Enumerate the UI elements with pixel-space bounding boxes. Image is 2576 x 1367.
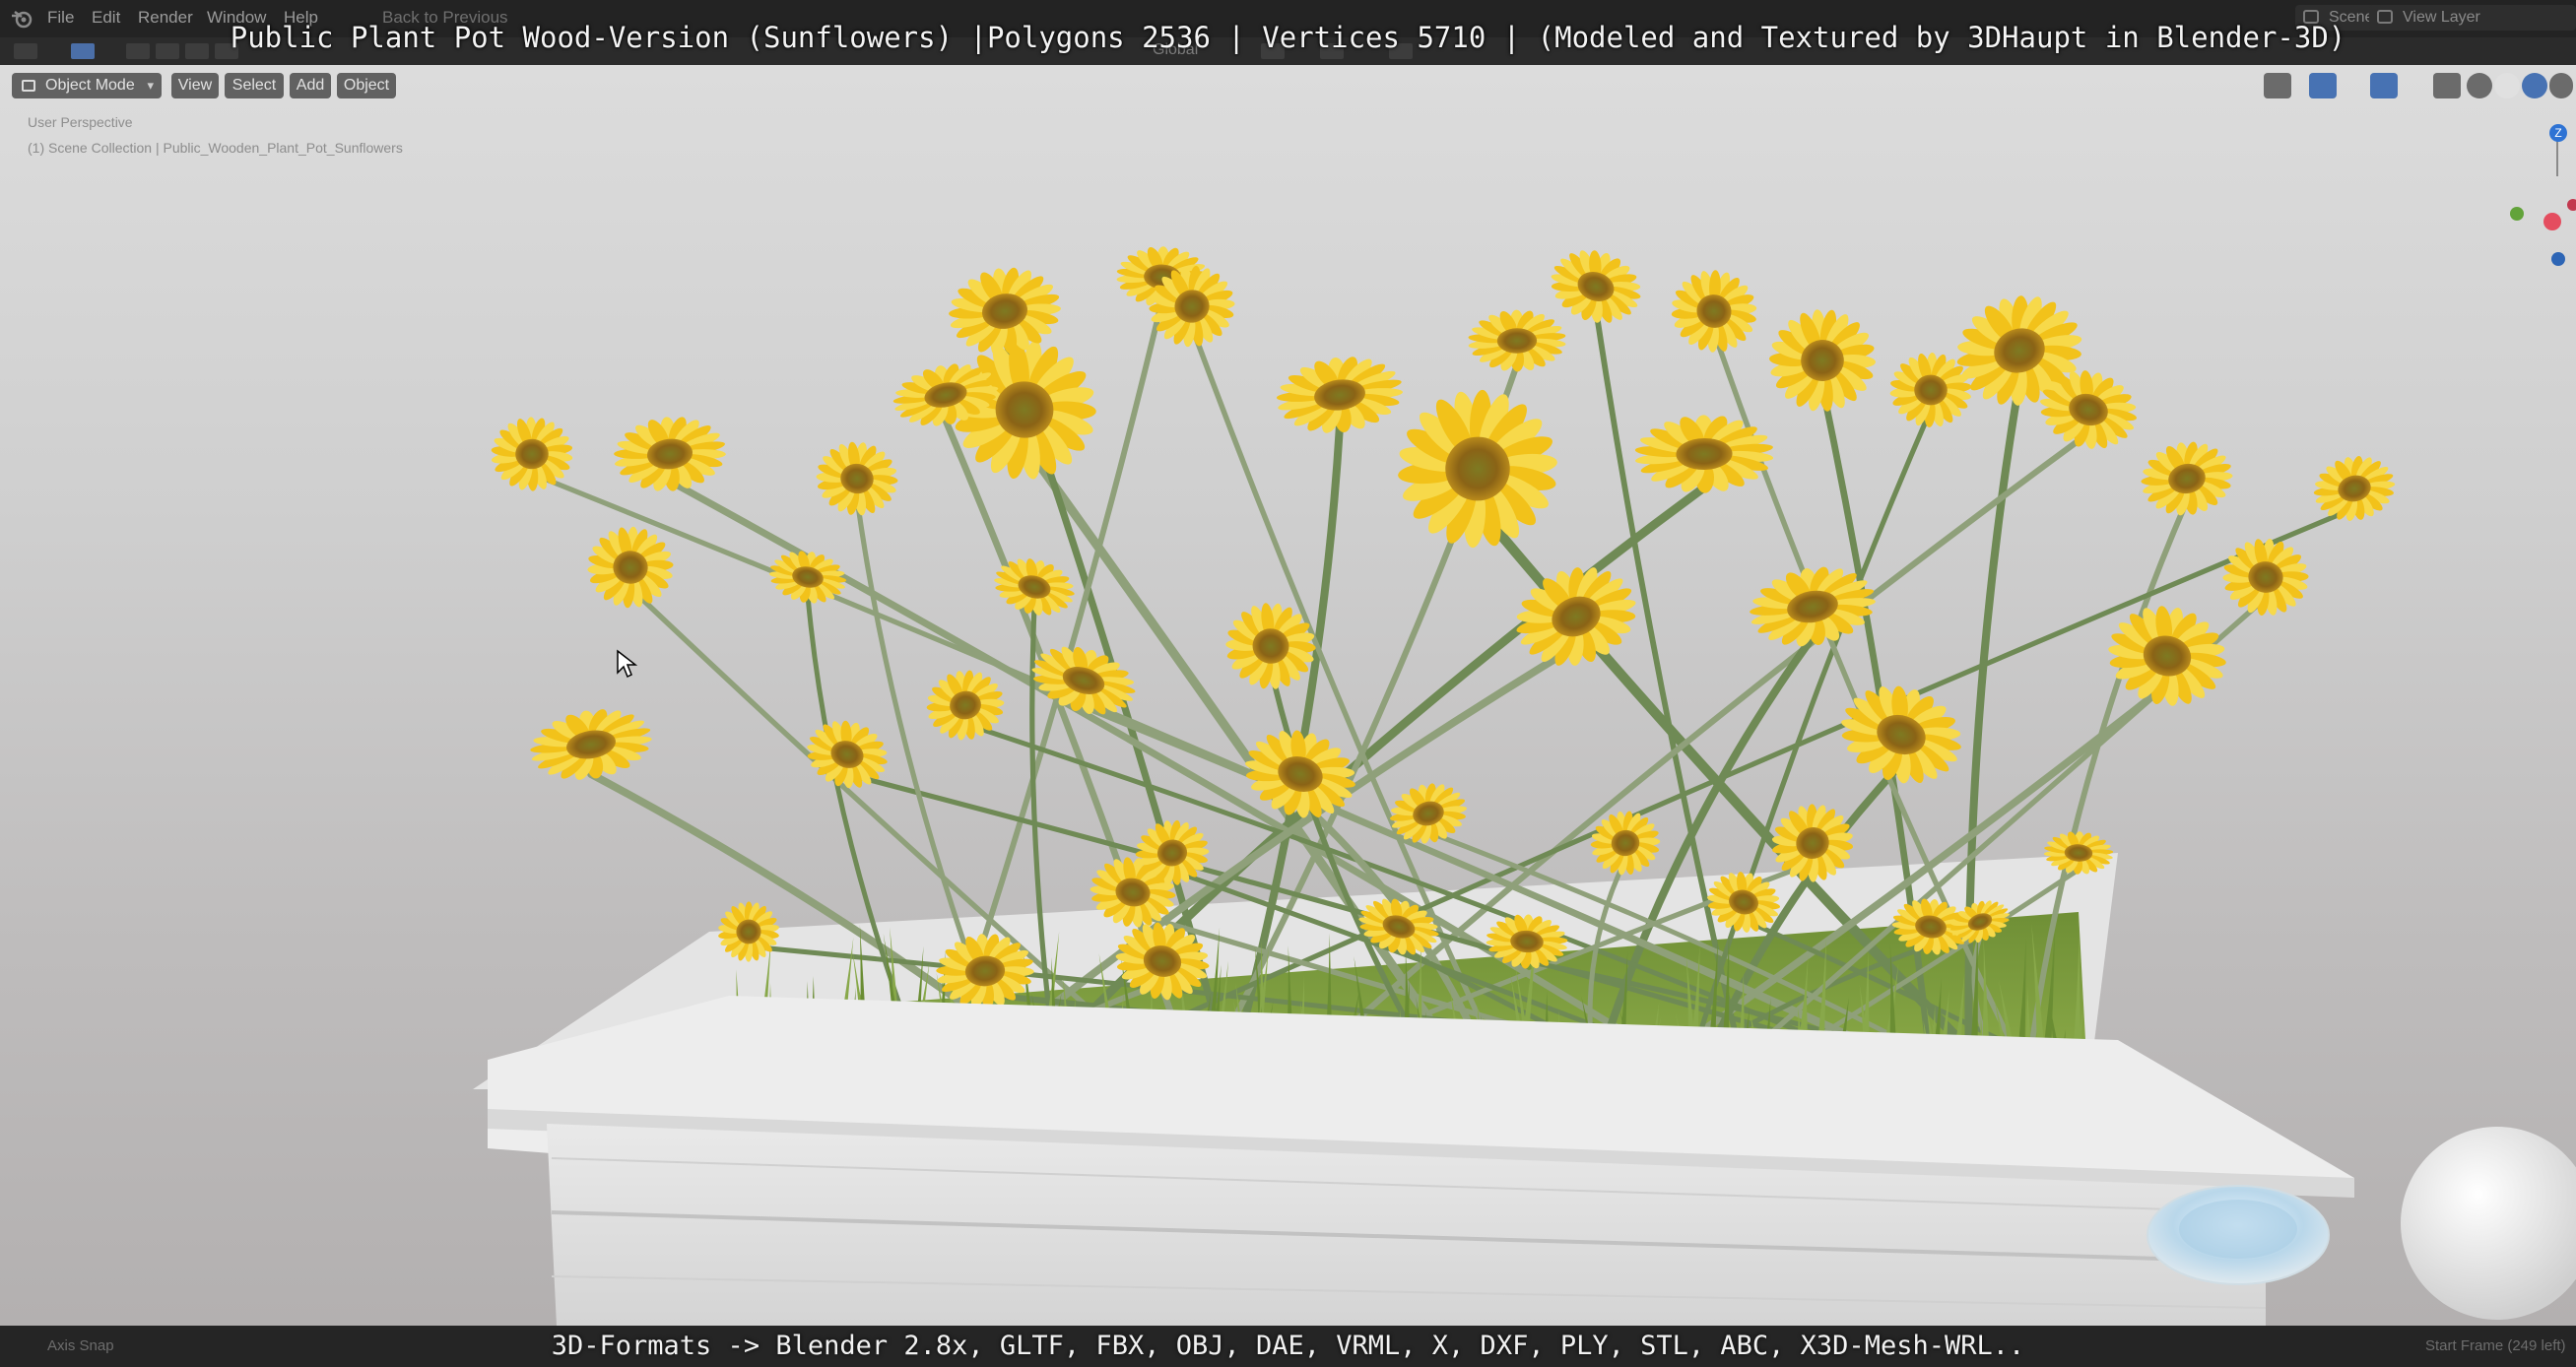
menu-window[interactable]: Window (207, 8, 266, 28)
sunflower-head (1551, 250, 1641, 323)
gizmo-x-axis[interactable] (2567, 199, 2576, 211)
tool-header: Global (0, 37, 2576, 65)
object-menu-button[interactable]: Object (337, 73, 396, 98)
xray-toggle-icon[interactable] (2433, 73, 2461, 98)
proportional-edit-icon[interactable] (1389, 43, 1413, 59)
menu-edit[interactable]: Edit (92, 8, 120, 28)
sunflower-head (491, 417, 573, 491)
pivot-point-icon[interactable] (1261, 43, 1285, 59)
select-extend-icon[interactable] (156, 43, 179, 59)
status-bar: Axis Snap Start Frame (249 left) (0, 1326, 2576, 1367)
sunflower-head (530, 709, 652, 780)
wireframe-shading-icon[interactable] (2467, 73, 2492, 98)
view-menu-button[interactable]: View (171, 73, 219, 98)
scene-name: Scene (2329, 9, 2374, 26)
editor-type-icon[interactable] (14, 43, 37, 59)
select-menu-button[interactable]: Select (225, 73, 284, 98)
sunflower-head (2313, 455, 2396, 522)
sunflower-head (1468, 309, 1566, 372)
back-to-previous-button[interactable]: Back to Previous (382, 8, 508, 28)
transform-orientation-dropdown[interactable]: Global (1153, 41, 1198, 59)
chevron-down-icon: ▾ (147, 78, 154, 93)
sunflower-head (2222, 539, 2309, 616)
gizmo-toggle-icon[interactable] (2309, 73, 2337, 98)
viewport-collection-label: (1) Scene Collection | Public_Wooden_Pla… (28, 140, 403, 156)
status-frame-info: Start Frame (249 left) (2425, 1337, 2566, 1354)
select-invert-icon[interactable] (215, 43, 238, 59)
sunflower-head (1276, 357, 1404, 433)
sunflower-head (587, 526, 674, 609)
top-menu-bar: File Edit Render Window Help Back to Pre… (0, 0, 2576, 37)
sunflower-head (1671, 270, 1757, 353)
view-layer-icon (2377, 10, 2393, 24)
menu-file[interactable]: File (47, 8, 74, 28)
gizmo-z-axis[interactable]: Z (2549, 124, 2567, 142)
sunflower-head (949, 267, 1061, 356)
gizmo-z-axis-negative[interactable] (2551, 252, 2565, 266)
3d-viewport[interactable]: Object Mode ▾ View Select Add Object Use… (0, 65, 2576, 1326)
sunflower-head (2108, 606, 2226, 706)
select-tool-icon[interactable] (71, 43, 95, 59)
rendered-shading-icon[interactable] (2549, 73, 2573, 98)
visibility-icon[interactable] (2264, 73, 2291, 98)
blender-logo-icon[interactable] (10, 8, 33, 30)
select-box-icon[interactable] (126, 43, 150, 59)
sunflower-head (816, 441, 898, 516)
add-menu-button[interactable]: Add (290, 73, 331, 98)
gizmo-x-axis-negative[interactable] (2543, 213, 2561, 230)
material-shading-icon[interactable] (2522, 73, 2547, 98)
scene-icon (2303, 10, 2319, 24)
view-layer-selector[interactable]: View Layer (2369, 5, 2576, 31)
sunflower-head (1398, 389, 1557, 549)
sunflower-head (1225, 603, 1316, 689)
status-axis-snap: Axis Snap (47, 1337, 114, 1354)
viewport-perspective-label: User Perspective (28, 114, 133, 130)
navigation-gizmo-icon[interactable]: Z (2502, 114, 2576, 266)
sunflower-head (1516, 567, 1636, 666)
view-layer-name: View Layer (2403, 9, 2480, 26)
overlay-toggle-icon[interactable] (2370, 73, 2398, 98)
sunflower-planter-render (473, 246, 2576, 1326)
object-mode-label: Object Mode (45, 77, 135, 94)
object-mode-icon (22, 80, 35, 92)
snap-icon[interactable] (1320, 43, 1344, 59)
sunflower-head (1634, 415, 1774, 493)
mouse-pointer-icon (617, 649, 637, 679)
menu-help[interactable]: Help (284, 8, 318, 28)
sunflower-head (614, 417, 726, 491)
solid-shading-icon[interactable] (2494, 73, 2520, 98)
menu-render[interactable]: Render (138, 8, 193, 28)
sunflower-head (1768, 309, 1877, 412)
select-subtract-icon[interactable] (185, 43, 209, 59)
sunflower-head (2141, 441, 2233, 516)
object-mode-dropdown[interactable]: Object Mode ▾ (12, 73, 162, 98)
gizmo-y-axis[interactable] (2510, 207, 2524, 221)
